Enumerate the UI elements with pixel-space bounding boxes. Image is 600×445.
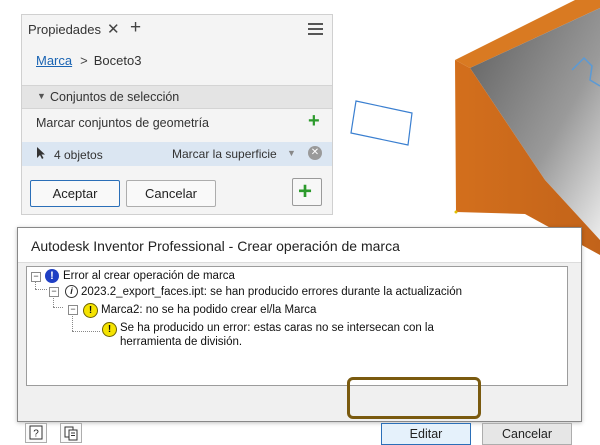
collapse-toggle[interactable]: −	[68, 305, 78, 315]
mark-geometry-label: Marcar conjuntos de geometría	[36, 116, 210, 130]
chevron-right-icon: >	[80, 53, 88, 68]
add-tab-icon[interactable]: +	[130, 17, 141, 39]
tree-item-feature[interactable]: Marca2: no se ha podido crear el/la Marc…	[101, 304, 316, 316]
cancel-button[interactable]: Cancelar	[126, 180, 216, 207]
tree-item-root[interactable]: Error al crear operación de marca	[63, 270, 235, 282]
breadcrumb-link-mark[interactable]: Marca	[36, 53, 72, 68]
cursor-icon	[37, 147, 45, 159]
selection-count: 4 objetos	[54, 148, 103, 162]
warning-icon: !	[83, 303, 98, 318]
selection-sets-header[interactable]: ▼ Conjuntos de selección	[22, 85, 332, 109]
dialog-title: Autodesk Inventor Professional - Crear o…	[31, 238, 400, 254]
mark-geometry-row: Marcar conjuntos de geometría +	[22, 110, 332, 136]
warning-icon: !	[102, 322, 117, 337]
edit-button-highlight	[347, 377, 481, 419]
collapse-toggle[interactable]: −	[31, 272, 41, 282]
chevron-down-icon[interactable]: ▼	[287, 148, 296, 158]
apply-button[interactable]: +	[292, 178, 322, 206]
close-icon[interactable]: ✕	[107, 20, 120, 38]
breadcrumb-current: Boceto3	[93, 53, 142, 68]
sketch-rectangle[interactable]	[350, 100, 413, 146]
selection-row[interactable]: 4 objetos Marcar la superficie ▼ ✕	[22, 142, 332, 166]
ok-button[interactable]: Aceptar	[30, 180, 120, 207]
svg-text:?: ?	[33, 429, 39, 440]
help-button[interactable]: ?	[25, 423, 47, 443]
add-geometry-set-icon[interactable]: +	[308, 110, 320, 133]
error-dialog: Autodesk Inventor Professional - Crear o…	[17, 227, 582, 445]
collapse-arrow-icon[interactable]: ▼	[37, 91, 46, 101]
section-title: Conjuntos de selección	[50, 90, 180, 104]
plus-icon: +	[298, 178, 313, 205]
tree-item-error[interactable]: Se ha producido un error: estas caras no…	[120, 322, 434, 334]
dialog-body: − ! Error al crear operación de marca − …	[18, 262, 581, 445]
properties-tabbar: Propiedades ✕ +	[22, 15, 332, 45]
help-icon: ?	[29, 425, 43, 440]
menu-icon[interactable]	[308, 23, 323, 35]
info-icon: i	[65, 285, 78, 298]
tree-item-error-cont: herramienta de división.	[120, 336, 243, 348]
copy-button[interactable]	[60, 423, 82, 443]
breadcrumb: Marca > Boceto3	[36, 53, 141, 68]
tab-properties[interactable]: Propiedades	[28, 22, 101, 37]
clear-selection-icon[interactable]: ✕	[308, 146, 322, 160]
dialog-cancel-button[interactable]: Cancelar	[482, 423, 572, 445]
mark-mode-dropdown[interactable]: Marcar la superficie	[172, 147, 277, 161]
error-tree: − ! Error al crear operación de marca − …	[26, 266, 568, 386]
copy-icon	[64, 426, 78, 441]
info-blue-icon: !	[45, 269, 59, 283]
tree-item-file[interactable]: 2023.2_export_faces.ipt: se han producid…	[81, 286, 462, 298]
properties-panel: Propiedades ✕ + Marca > Boceto3 ▼ Conjunto…	[21, 14, 333, 215]
edit-button[interactable]: Editar	[381, 423, 471, 445]
sketch-point	[454, 210, 458, 214]
collapse-toggle[interactable]: −	[49, 287, 59, 297]
